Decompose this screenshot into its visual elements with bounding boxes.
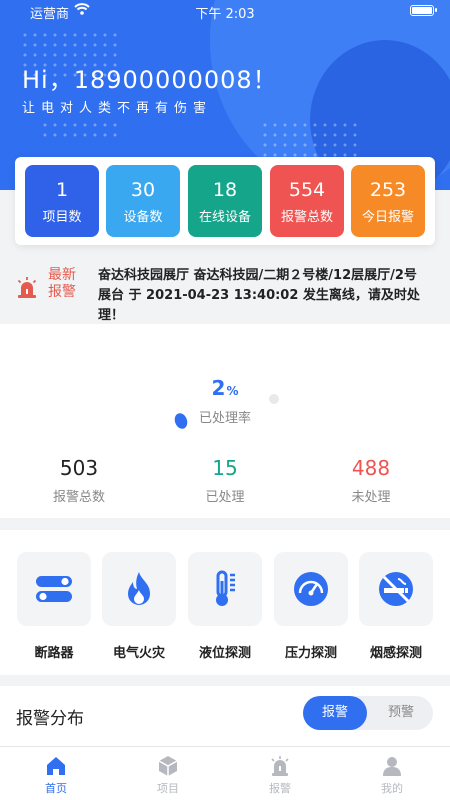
count-label: 报警总数 bbox=[52, 490, 105, 505]
stat-value: 554 bbox=[288, 179, 326, 201]
count-label: 未处理 bbox=[351, 490, 391, 505]
stat-label: 在线设备 bbox=[198, 210, 251, 225]
count-unprocessed[interactable]: 488 未处理 bbox=[296, 456, 446, 505]
siren-icon bbox=[17, 277, 37, 298]
stat-label: 项目数 bbox=[42, 210, 82, 225]
bottom-tab-bar: 首页 项目 报警 我的 bbox=[0, 746, 450, 800]
tab-label: 报警 bbox=[269, 782, 291, 795]
tab-warning[interactable]: 预警 bbox=[369, 696, 433, 730]
category-icon-box bbox=[188, 552, 262, 626]
processed-rate-value: 2% bbox=[0, 376, 450, 400]
category-pressure-detection[interactable]: 压力探测 bbox=[273, 552, 349, 661]
category-label: 烟感探测 bbox=[369, 646, 422, 661]
stat-tile-projects[interactable]: 1 项目数 bbox=[25, 165, 99, 237]
category-icon-box bbox=[102, 552, 176, 626]
tab-label: 我的 bbox=[381, 782, 403, 795]
category-icon-box bbox=[359, 552, 433, 626]
category-label: 压力探测 bbox=[284, 646, 337, 661]
category-smoke-detection[interactable]: 烟感探测 bbox=[358, 552, 434, 661]
count-processed[interactable]: 15 已处理 bbox=[150, 456, 300, 505]
pressure-gauge-icon bbox=[294, 572, 328, 606]
category-icon-box bbox=[17, 552, 91, 626]
count-value: 503 bbox=[59, 456, 99, 480]
count-value: 15 bbox=[212, 456, 238, 480]
latest-alarm-tag: 最新 报警 bbox=[48, 267, 82, 301]
stat-label: 设备数 bbox=[123, 210, 163, 225]
category-circuit-breaker[interactable]: 断路器 bbox=[16, 552, 92, 661]
category-label: 液位探测 bbox=[198, 646, 251, 661]
count-total-alarms[interactable]: 503 报警总数 bbox=[4, 456, 154, 505]
user-icon bbox=[383, 757, 401, 776]
circuit-breaker-icon bbox=[36, 576, 72, 602]
category-level-detection[interactable]: 液位探测 bbox=[187, 552, 263, 661]
stat-label: 今日报警 bbox=[361, 210, 414, 225]
tab-projects[interactable]: 项目 bbox=[112, 747, 224, 800]
greeting-title: Hi，18900000008！ bbox=[22, 66, 278, 94]
slogan-text: 让电对人类不再有伤害 bbox=[22, 101, 213, 116]
count-label: 已处理 bbox=[205, 490, 245, 505]
tab-label: 首页 bbox=[45, 782, 67, 795]
tab-profile[interactable]: 我的 bbox=[336, 747, 448, 800]
category-electrical-fire[interactable]: 电气火灾 bbox=[101, 552, 177, 661]
stat-label: 报警总数 bbox=[280, 210, 333, 225]
latest-alarm-tag-line: 报警 bbox=[48, 284, 76, 300]
cube-icon bbox=[158, 756, 178, 776]
latest-alarm-bar[interactable]: 最新 报警 奋达科技园展厅 奋达科技园/二期２号楼/12层展厅/2号展台 于 2… bbox=[0, 262, 450, 323]
tab-alarm[interactable]: 报警 bbox=[303, 696, 367, 730]
tab-alarms[interactable]: 报警 bbox=[224, 747, 336, 800]
processed-rate-label: 已处理率 bbox=[198, 411, 251, 426]
alarm-distribution-panel: 报警分布 报警 预警 bbox=[0, 686, 450, 746]
stat-tile-today-alarms[interactable]: 253 今日报警 bbox=[351, 165, 425, 237]
status-bar: 运营商 下午 2:03 bbox=[0, 0, 450, 22]
stats-card: 1 项目数 30 设备数 18 在线设备 554 报警总数 253 今日报警 bbox=[15, 157, 435, 245]
stat-tile-online-devices[interactable]: 18 在线设备 bbox=[188, 165, 262, 237]
count-value: 488 bbox=[351, 456, 391, 480]
stat-value: 253 bbox=[369, 179, 407, 201]
rate-unit: % bbox=[226, 384, 239, 398]
clock: 下午 2:03 bbox=[195, 7, 255, 22]
flame-icon bbox=[128, 572, 150, 605]
stat-value: 18 bbox=[212, 179, 238, 201]
no-smoking-icon bbox=[379, 572, 413, 606]
battery-icon bbox=[410, 5, 437, 16]
home-icon bbox=[47, 757, 65, 775]
siren-icon bbox=[271, 756, 289, 776]
tab-home[interactable]: 首页 bbox=[0, 747, 112, 800]
category-label: 电气火灾 bbox=[112, 646, 165, 661]
category-icon-box bbox=[274, 552, 348, 626]
section-title: 报警分布 bbox=[16, 709, 84, 729]
rate-number: 2 bbox=[211, 376, 226, 400]
stat-tile-devices[interactable]: 30 设备数 bbox=[106, 165, 180, 237]
thermometer-icon bbox=[216, 570, 235, 606]
stat-value: 30 bbox=[130, 179, 156, 201]
stat-tile-total-alarms[interactable]: 554 报警总数 bbox=[270, 165, 344, 237]
stat-value: 1 bbox=[55, 179, 69, 201]
latest-alarm-tag-line: 最新 bbox=[48, 267, 76, 283]
dot-pattern bbox=[40, 120, 120, 140]
category-label: 断路器 bbox=[34, 646, 74, 661]
tab-label: 项目 bbox=[157, 782, 179, 795]
distribution-segment-control: 报警 预警 bbox=[303, 696, 433, 730]
latest-alarm-message: 奋达科技园展厅 奋达科技园/二期２号楼/12层展厅/2号展台 于 2021-04… bbox=[98, 268, 420, 323]
